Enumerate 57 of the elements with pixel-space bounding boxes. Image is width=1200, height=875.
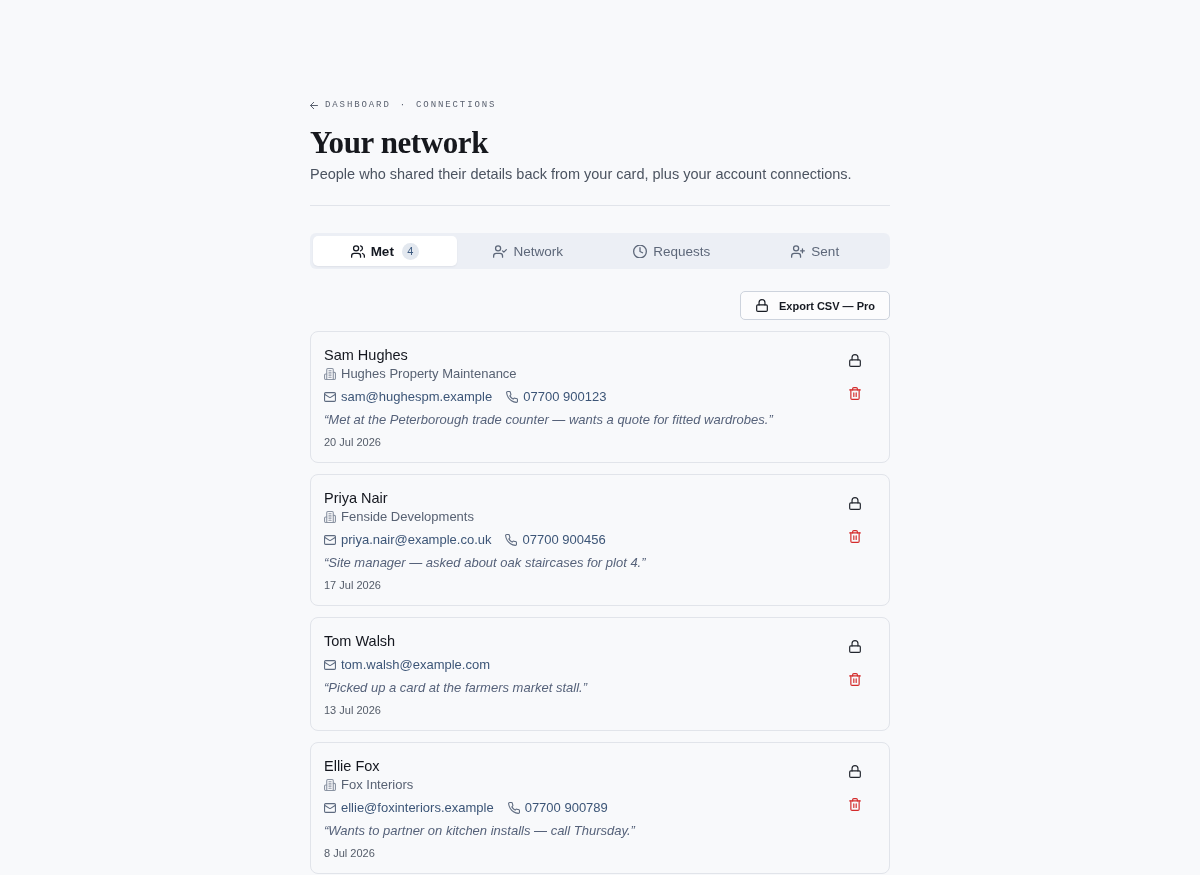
tab[interactable]: Requests: [600, 236, 744, 266]
contact-name: Sam Hughes: [324, 346, 408, 365]
export-csv-button[interactable]: Export CSV — Pro: [740, 291, 890, 320]
phone-icon: [506, 391, 519, 403]
mail-icon: [324, 391, 336, 403]
email-link[interactable]: ellie@foxinteriors.example: [341, 799, 494, 817]
breadcrumb-link[interactable]: DASHBOARD: [325, 100, 391, 110]
contact-name: Priya Nair: [324, 489, 388, 508]
clock-icon: [633, 244, 648, 258]
trash-icon: [849, 386, 861, 400]
building-icon: [324, 511, 336, 523]
contact-date: 8 Jul 2026: [324, 846, 375, 861]
contact-note: “Met at the Peterborough trade counter — wants a quote for fitted wardrobes.”: [324, 411, 775, 429]
back-arrow-icon[interactable]: [310, 101, 318, 109]
lock-icon: [849, 496, 861, 510]
company-name: Fenside Developments: [341, 508, 474, 526]
mail-icon: [324, 802, 336, 814]
phone-link[interactable]: 07700 900123: [523, 388, 607, 406]
trash-icon: [849, 797, 861, 811]
breadcrumb-separator: ·: [399, 100, 408, 110]
lock-icon: [849, 353, 861, 367]
contact-note: “Site manager — asked about oak staircases for plot 4.”: [324, 554, 647, 572]
phone-icon: [505, 534, 518, 546]
company-name: Hughes Property Maintenance: [341, 365, 517, 383]
lock-icon: [849, 764, 861, 778]
building-icon: [324, 368, 336, 380]
trash-icon: [849, 529, 861, 543]
user-plus-icon: [791, 244, 806, 258]
contact-date: 13 Jul 2026: [324, 703, 381, 718]
lock-icon: [849, 639, 861, 653]
email-link[interactable]: tom.walsh@example.com: [341, 656, 491, 674]
mail-icon: [324, 659, 336, 671]
contact-date: 20 Jul 2026: [324, 435, 381, 450]
page-subtitle: People who shared their details back from your card, plus your account connections.: [310, 165, 852, 184]
contact-note: “Wants to partner on kitchen installs — call Thursday.”: [324, 822, 637, 840]
phone-link[interactable]: 07700 900789: [524, 799, 608, 817]
page-title: Your network: [310, 125, 489, 161]
tab[interactable]: Met 4: [313, 236, 457, 266]
contact-name: Tom Walsh: [324, 632, 396, 651]
mail-icon: [324, 534, 336, 546]
contact-date: 17 Jul 2026: [324, 578, 381, 593]
email-link[interactable]: priya.nair@example.co.uk: [341, 531, 492, 549]
email-link[interactable]: sam@hughespm.example: [341, 388, 493, 406]
tab-count: 4: [401, 242, 419, 260]
trash-icon: [849, 672, 861, 686]
company-name: Fox Interiors: [341, 776, 414, 794]
building-icon: [324, 779, 336, 791]
tab[interactable]: Sent: [743, 236, 887, 266]
contact-note: “Picked up a card at the farmers market stall.”: [324, 679, 589, 697]
tab[interactable]: Network: [456, 236, 600, 266]
users-icon: [350, 244, 365, 258]
lock-icon: [756, 299, 769, 312]
contact-name: Ellie Fox: [324, 757, 380, 776]
user-check-icon: [493, 244, 508, 258]
phone-link[interactable]: 07700 900456: [522, 531, 606, 549]
phone-icon: [507, 802, 520, 814]
breadcrumb-current: CONNECTIONS: [416, 100, 497, 110]
